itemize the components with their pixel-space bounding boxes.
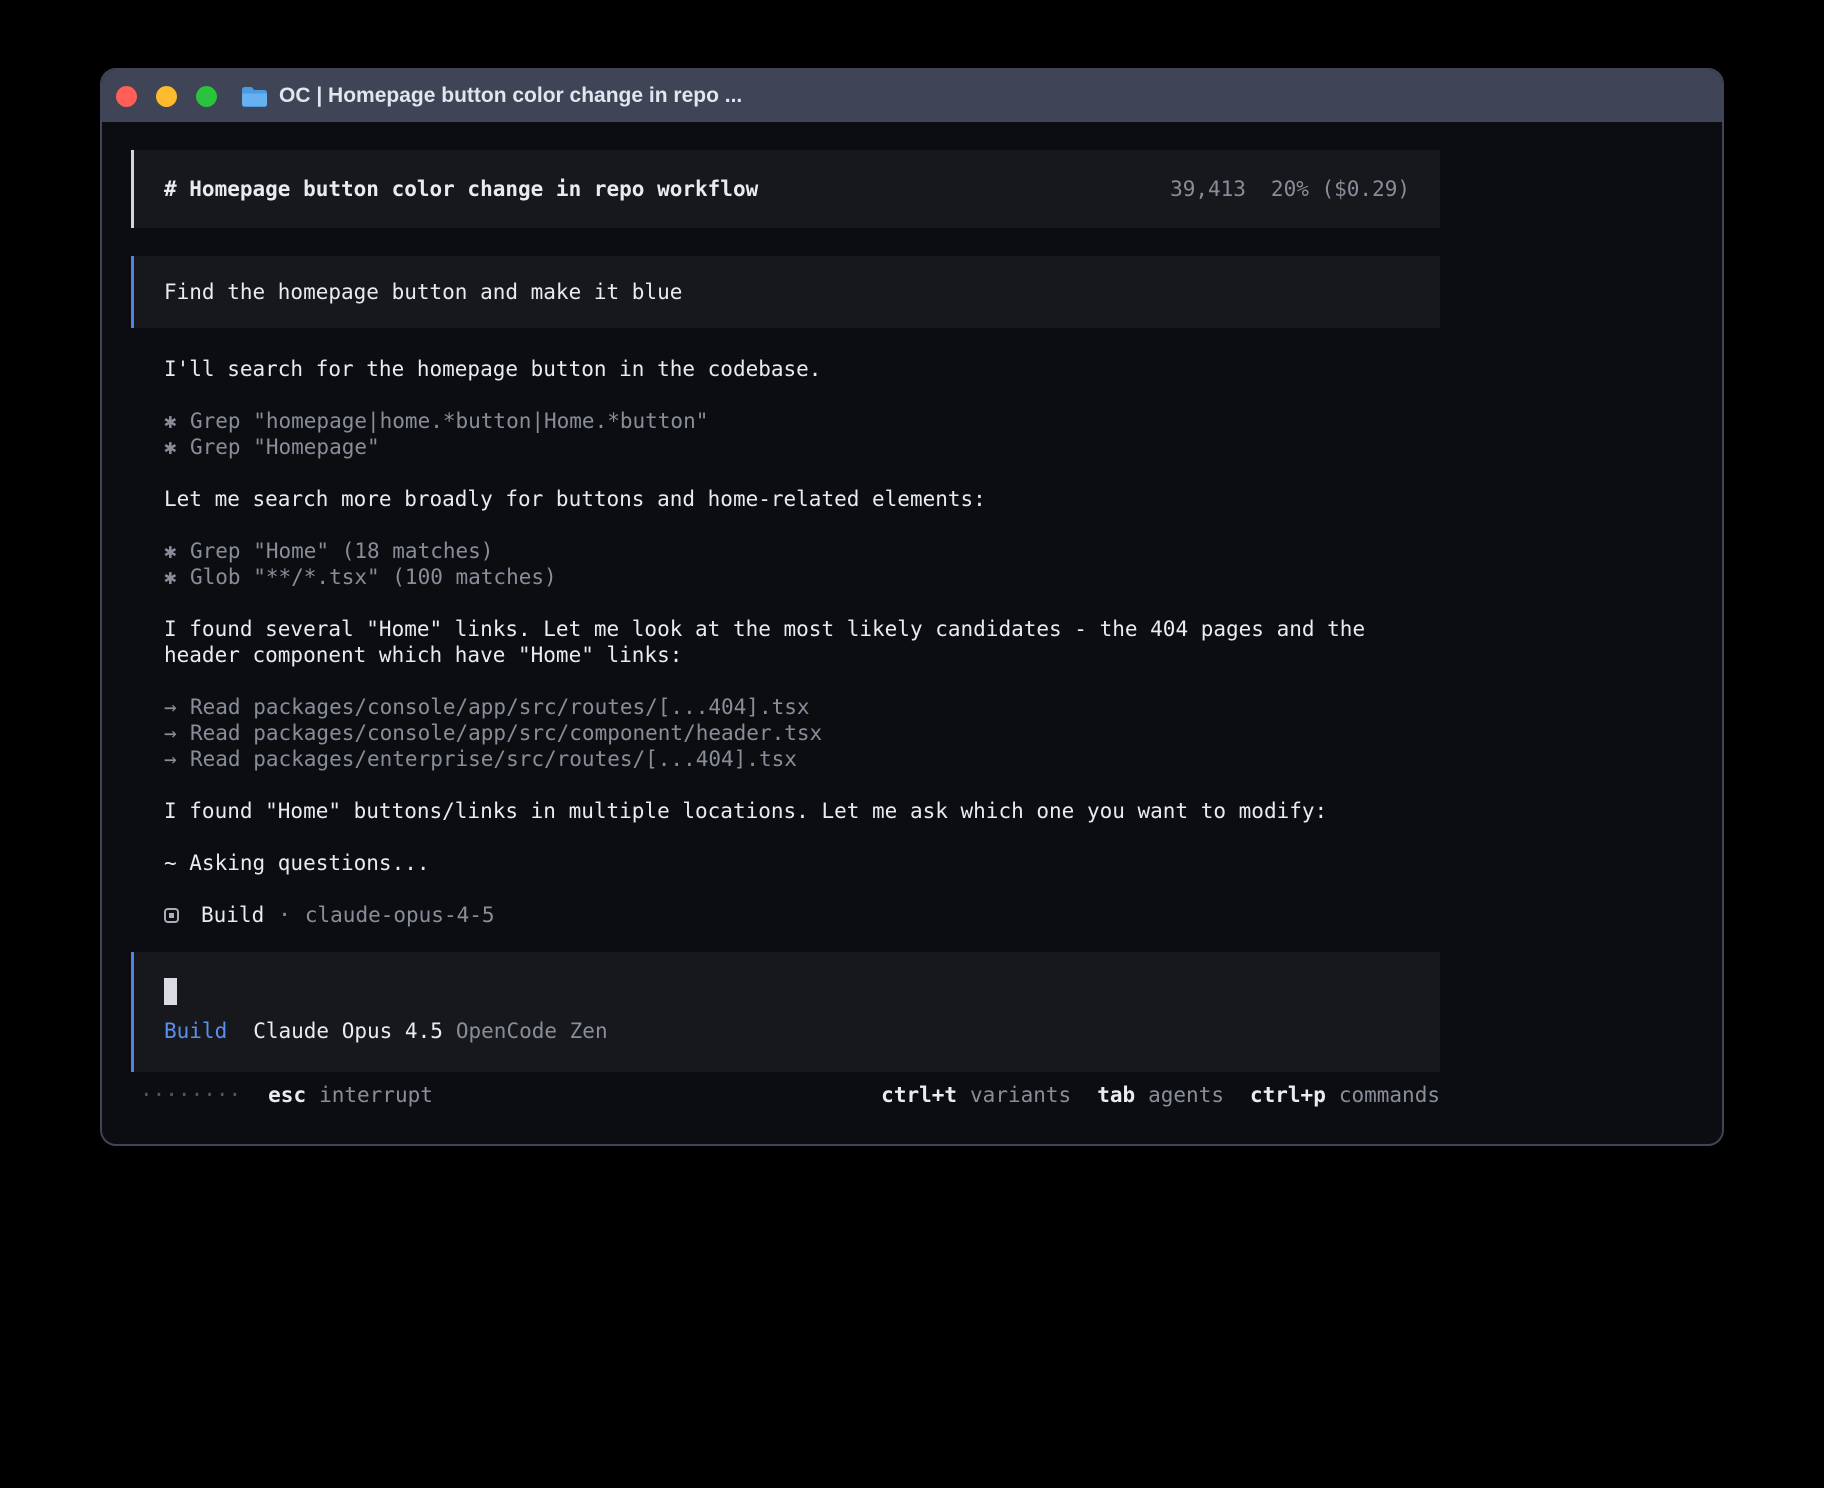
hint-label: agents: [1148, 1083, 1224, 1107]
session-stats: 39,413 20% ($0.29): [1170, 177, 1410, 201]
folder-icon: [241, 86, 268, 107]
agent-icon: [164, 908, 179, 923]
hint-label: variants: [970, 1083, 1071, 1107]
token-count: 39,413: [1170, 177, 1246, 201]
transcript: I'll search for the homepage button in t…: [131, 356, 1440, 928]
tool-call-text: Grep "homepage|home.*button|Home.*button…: [190, 409, 708, 433]
asterisk-icon: ✱: [164, 408, 190, 434]
asterisk-icon: ✱: [164, 564, 190, 590]
esc-key: esc: [268, 1083, 306, 1107]
hint-key: ctrl+t: [881, 1083, 957, 1107]
assistant-text: I'll search for the homepage button in t…: [164, 356, 1440, 382]
zoom-button[interactable]: [196, 86, 217, 107]
assistant-text: I found several "Home" links. Let me loo…: [164, 616, 1440, 668]
hint-label: commands: [1339, 1083, 1440, 1107]
hint-commands: ctrl+p commands: [1250, 1082, 1440, 1108]
input-cursor: [164, 978, 177, 1005]
tool-call-line: ✱Grep "Home" (18 matches): [164, 538, 1440, 564]
mode-label: Build: [164, 1018, 227, 1044]
keyboard-hints: ctrl+t variants tab agents ctrl+p commands: [881, 1082, 1440, 1108]
read-file-line: →Read packages/enterprise/src/routes/[..…: [164, 746, 1440, 772]
traffic-lights: [116, 86, 217, 107]
tool-call-text: Grep "Homepage": [190, 435, 380, 459]
read-file-line: →Read packages/console/app/src/component…: [164, 720, 1440, 746]
read-file-text: Read packages/console/app/src/routes/[..…: [190, 695, 810, 719]
session-title: # Homepage button color change in repo w…: [164, 177, 758, 201]
minimize-button[interactable]: [156, 86, 177, 107]
asterisk-icon: ✱: [164, 434, 190, 460]
agent-name: Build: [201, 902, 264, 928]
agent-model: claude-opus-4-5: [305, 902, 495, 928]
assistant-text: I found "Home" buttons/links in multiple…: [164, 798, 1440, 824]
arrow-right-icon: →: [164, 720, 190, 746]
status-bar: ········ esc interrupt ctrl+t variants tab…: [131, 1082, 1440, 1108]
close-button[interactable]: [116, 86, 137, 107]
arrow-right-icon: →: [164, 746, 190, 772]
input-footer: Build Claude Opus 4.5 OpenCode Zen: [164, 1018, 1410, 1044]
prompt-input[interactable]: Build Claude Opus 4.5 OpenCode Zen: [131, 952, 1440, 1072]
session-header: # Homepage button color change in repo w…: [131, 150, 1440, 228]
hint-agents: tab agents: [1097, 1082, 1224, 1108]
hint-variants: ctrl+t variants: [881, 1082, 1071, 1108]
window-title: OC | Homepage button color change in rep…: [279, 84, 742, 108]
hint-key: tab: [1097, 1083, 1135, 1107]
context-usage: 20% ($0.29): [1271, 177, 1410, 201]
tool-call-text: Grep "Home" (18 matches): [190, 539, 493, 563]
assistant-text: Let me search more broadly for buttons a…: [164, 486, 1440, 512]
interrupt-hint: esc interrupt: [268, 1082, 433, 1108]
model-label: Claude Opus 4.5: [253, 1018, 443, 1044]
arrow-right-icon: →: [164, 694, 190, 720]
tool-call-line: ✱Grep "Homepage": [164, 434, 1440, 460]
interrupt-label: interrupt: [319, 1083, 433, 1107]
titlebar: OC | Homepage button color change in rep…: [102, 70, 1722, 122]
provider-label: OpenCode Zen: [456, 1018, 608, 1044]
tool-call-line: ✱Glob "**/*.tsx" (100 matches): [164, 564, 1440, 590]
read-file-text: Read packages/console/app/src/component/…: [190, 721, 822, 745]
read-file-line: →Read packages/console/app/src/routes/[.…: [164, 694, 1440, 720]
user-message: Find the homepage button and make it blu…: [131, 256, 1440, 328]
tool-call-line: ✱Grep "homepage|home.*button|Home.*butto…: [164, 408, 1440, 434]
working-status: ~ Asking questions...: [164, 850, 1440, 876]
hint-key: ctrl+p: [1250, 1083, 1326, 1107]
agent-separator: ·: [278, 902, 291, 928]
terminal-content: # Homepage button color change in repo w…: [102, 122, 1722, 1108]
asterisk-icon: ✱: [164, 538, 190, 564]
spinner-dots: ········: [140, 1082, 241, 1108]
user-message-text: Find the homepage button and make it blu…: [164, 280, 682, 304]
tool-call-text: Glob "**/*.tsx" (100 matches): [190, 565, 557, 589]
agent-status-row: Build · claude-opus-4-5: [164, 902, 1440, 928]
read-file-text: Read packages/enterprise/src/routes/[...…: [190, 747, 797, 771]
terminal-window: OC | Homepage button color change in rep…: [100, 68, 1724, 1146]
